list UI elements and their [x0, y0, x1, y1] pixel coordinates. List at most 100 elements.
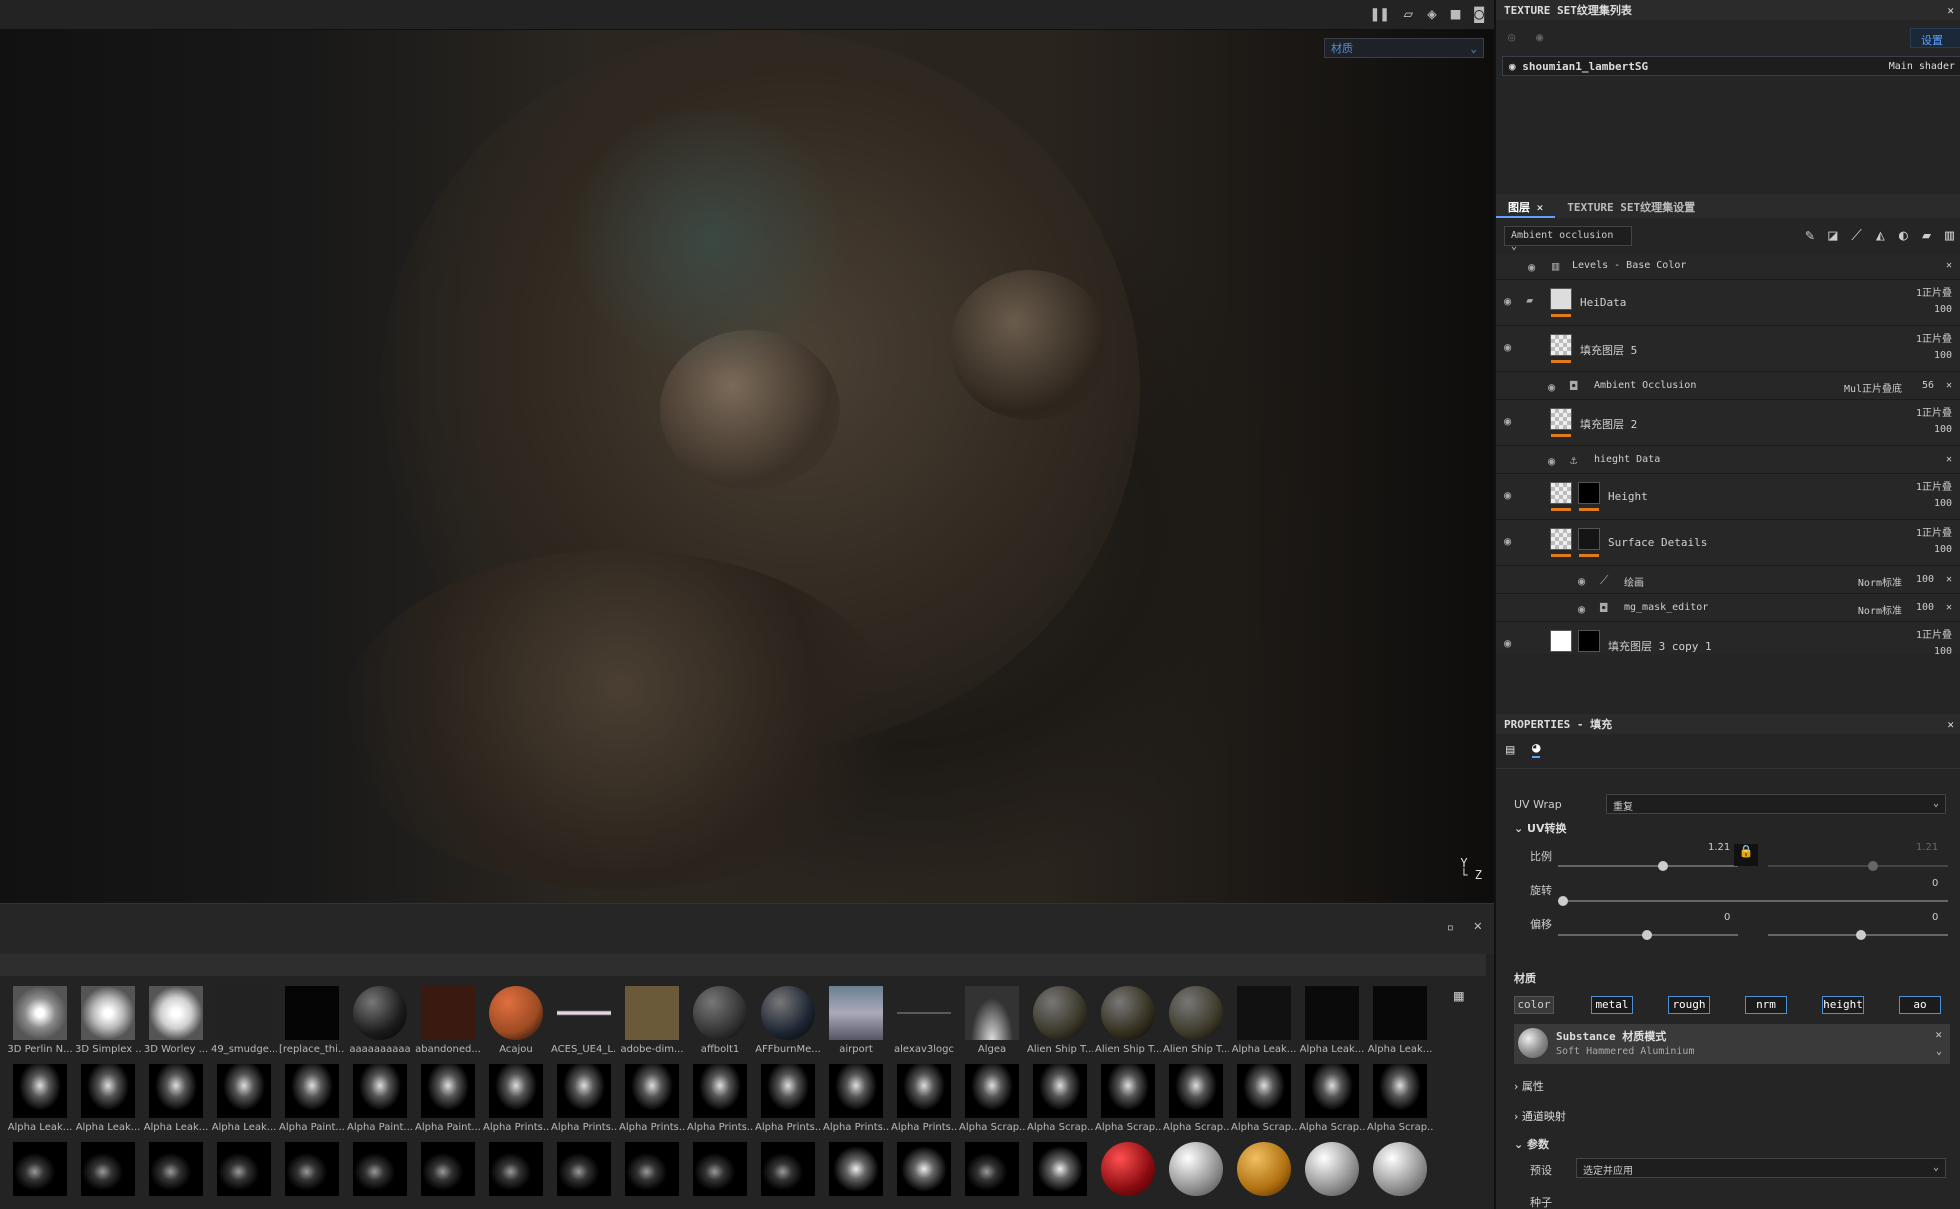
shelf-item[interactable]: Alien Ship T... [1094, 986, 1162, 1064]
layer-opacity[interactable]: 100 [1934, 646, 1952, 654]
shelf-item[interactable] [686, 1142, 754, 1209]
shelf-item[interactable]: Alpha Prints... [686, 1064, 754, 1142]
chevron-down-icon[interactable]: ⌄ [1936, 1046, 1942, 1057]
shelf-item[interactable] [346, 1142, 414, 1209]
3d-viewport[interactable]: ❚❚ ▱ ◈ ■ ◙ Y └ Z 材质 ⌄ [0, 0, 1494, 903]
shelf-item[interactable]: Alpha Scrap... [1230, 1064, 1298, 1142]
shelf-item[interactable] [822, 1142, 890, 1209]
tab-texture-set-settings[interactable]: TEXTURE SET纹理集设置 [1555, 194, 1707, 218]
layer-blend-mode[interactable]: 1正片叠 [1916, 404, 1952, 419]
smart-material-icon[interactable]: ◐ [1899, 226, 1908, 244]
eye-icon[interactable]: ◉ [1536, 30, 1543, 44]
layer-blend-mode[interactable]: Norm标准 [1858, 602, 1902, 617]
close-icon[interactable]: ✕ [1946, 574, 1952, 585]
shelf-item[interactable]: Alpha Prints... [822, 1064, 890, 1142]
layer-opacity[interactable]: 56 [1922, 380, 1934, 391]
effect-icon[interactable]: ✎ [1805, 226, 1814, 244]
slider-knob[interactable] [1868, 861, 1878, 871]
shelf-item[interactable] [6, 1142, 74, 1209]
slider-knob[interactable] [1658, 861, 1668, 871]
shelf-item[interactable] [278, 1142, 346, 1209]
shelf-item[interactable]: alexav3logc [890, 986, 958, 1064]
folder-icon[interactable]: ▰ [1922, 226, 1931, 244]
shelf-item[interactable] [1366, 1142, 1434, 1209]
shelf-item[interactable]: Alpha Paint... [414, 1064, 482, 1142]
scale-slider-v[interactable] [1768, 861, 1948, 871]
close-icon[interactable]: ✕ [1946, 602, 1952, 613]
eye-icon[interactable]: ◉ [1504, 414, 1511, 428]
shelf-item[interactable] [550, 1142, 618, 1209]
eye-icon[interactable]: ◉ [1504, 636, 1511, 650]
shelf-item[interactable]: Alpha Prints... [550, 1064, 618, 1142]
shelf-item[interactable] [142, 1142, 210, 1209]
shelf-item[interactable]: Alpha Scrap... [958, 1064, 1026, 1142]
layer-row[interactable]: ◉ 填充图层 5 1正片叠 100 [1496, 326, 1960, 372]
cube-icon[interactable]: ◈ [1427, 4, 1437, 23]
shelf-item[interactable] [958, 1142, 1026, 1209]
layer-blend-mode[interactable]: 1正片叠 [1916, 284, 1952, 299]
shelf-item[interactable]: Acajou [482, 986, 550, 1064]
layer-row[interactable]: ◉ 填充图层 3 copy 1 1正片叠 100 [1496, 622, 1960, 654]
shelf-item[interactable]: Alpha Leak... [6, 1064, 74, 1142]
channel-toggle-metal[interactable]: metal [1591, 996, 1633, 1014]
uv-wrap-select[interactable]: 重复 ⌄ [1606, 794, 1946, 814]
mask-icon[interactable]: ◪ [1828, 226, 1837, 244]
shelf-item[interactable]: Algea [958, 986, 1026, 1064]
channel-toggle-height[interactable]: height [1822, 996, 1864, 1014]
layer-row[interactable]: ◉ ▰ HeiData 1正片叠 100 [1496, 280, 1960, 326]
lock-icon[interactable]: 🔒 [1734, 844, 1758, 866]
shelf-item[interactable]: Alpha Scrap... [1094, 1064, 1162, 1142]
channel-mapping-section[interactable]: › 通道映射 [1514, 1108, 1566, 1124]
shelf-item[interactable] [1026, 1142, 1094, 1209]
eye-icon[interactable]: ◉ [1548, 454, 1555, 468]
close-icon[interactable]: ✕ [1947, 718, 1954, 731]
close-icon[interactable]: ✕ [1946, 380, 1952, 391]
shelf-item[interactable]: 3D Perlin N... [6, 986, 74, 1064]
channel-toggle-color[interactable]: color [1514, 996, 1554, 1014]
layer-opacity[interactable]: 100 [1934, 544, 1952, 555]
channel-toggle-ao[interactable]: ao [1899, 996, 1941, 1014]
shelf-item[interactable] [890, 1142, 958, 1209]
maximize-icon[interactable]: ▫ [1447, 920, 1454, 934]
shelf-item[interactable]: Alpha Prints... [482, 1064, 550, 1142]
shelf-item[interactable]: Alpha Paint... [346, 1064, 414, 1142]
layer-effect-row[interactable]: ◉ ◘ Ambient Occlusion Mul正片叠底 56 ✕ [1496, 372, 1960, 400]
channel-toggle-rough[interactable]: rough [1668, 996, 1710, 1014]
shelf-item[interactable]: Alpha Leak... [1230, 986, 1298, 1064]
eye-icon[interactable]: ◉ [1509, 60, 1522, 73]
shelf-item[interactable] [1230, 1142, 1298, 1209]
shelf-item[interactable]: Alpha Scrap... [1366, 1064, 1434, 1142]
shelf-item[interactable]: abandoned... [414, 986, 482, 1064]
shelf-item[interactable]: Alien Ship T... [1026, 986, 1094, 1064]
slider-knob[interactable] [1856, 930, 1866, 940]
shelf-item[interactable] [618, 1142, 686, 1209]
shelf-item[interactable]: Alpha Leak... [74, 1064, 142, 1142]
shelf-item[interactable]: Alpha Scrap... [1298, 1064, 1366, 1142]
brush-icon[interactable]: ⟋ [1851, 226, 1862, 244]
pause-icon[interactable]: ❚❚ [1370, 4, 1389, 23]
material-view-select[interactable]: 材质 ⌄ [1324, 38, 1484, 58]
shelf-item[interactable] [1298, 1142, 1366, 1209]
shelf-item[interactable]: Alpha Leak... [1298, 986, 1366, 1064]
layer-effect-row[interactable]: ◉ ⟋ 绘画 Norm标准 100 ✕ [1496, 566, 1960, 594]
eye-icon[interactable]: ◉ [1504, 340, 1511, 354]
settings-button[interactable]: 设置 [1910, 28, 1960, 48]
shelf-item[interactable]: Alpha Leak... [210, 1064, 278, 1142]
shelf-item[interactable]: Alpha Paint... [278, 1064, 346, 1142]
attributes-section[interactable]: › 属性 [1514, 1078, 1544, 1094]
render-view[interactable]: Y └ Z [0, 30, 1494, 903]
layer-blend-mode[interactable]: 1正片叠 [1916, 330, 1952, 345]
layer-row[interactable]: ◉ 填充图层 2 1正片叠 100 [1496, 400, 1960, 446]
eye-icon[interactable]: ◉ [1548, 380, 1555, 394]
shelf-item[interactable]: ACES_UE4_L... [550, 986, 618, 1064]
layer-opacity[interactable]: 100 [1934, 304, 1952, 315]
layer-effect-row[interactable]: ◉ ◘ mg_mask_editor Norm标准 100 ✕ [1496, 594, 1960, 622]
eye-icon[interactable]: ◉ [1504, 294, 1511, 308]
layer-opacity[interactable]: 100 [1916, 602, 1934, 613]
close-icon[interactable]: ✕ [1947, 4, 1954, 17]
fill-properties-icon[interactable]: ▤ [1506, 742, 1514, 758]
layer-effect-row[interactable]: ◉ ▥ Levels - Base Color ✕ [1496, 254, 1960, 280]
shelf-item[interactable]: adobe-dim... [618, 986, 686, 1064]
tab-layers[interactable]: 图层 ✕ [1496, 194, 1556, 218]
uv-transform-section[interactable]: ⌄ UV转换 [1514, 820, 1567, 836]
